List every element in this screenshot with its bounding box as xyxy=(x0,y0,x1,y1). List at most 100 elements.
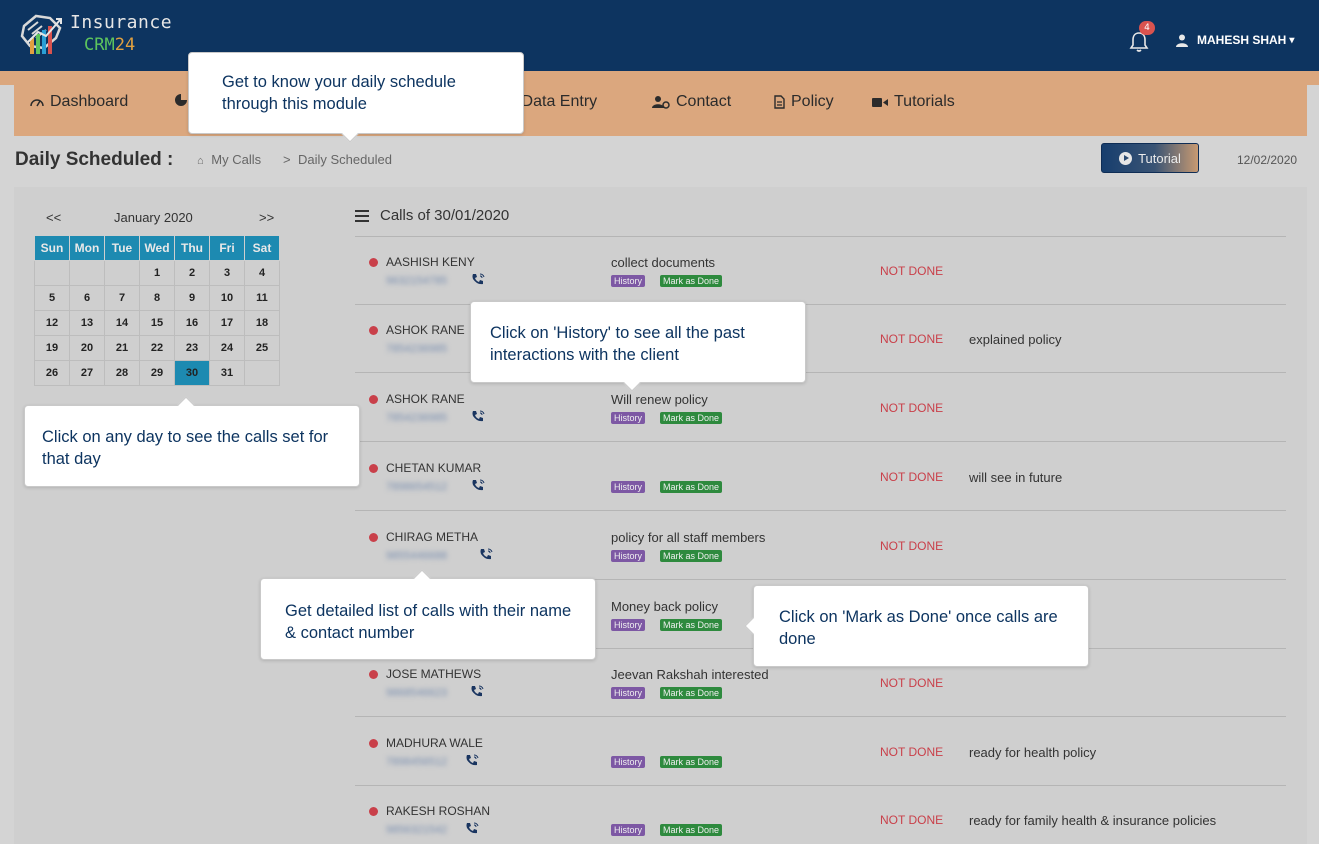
calendar-day[interactable]: 5 xyxy=(34,285,70,311)
phone-icon[interactable] xyxy=(471,410,485,423)
calendar-day[interactable]: 29 xyxy=(139,360,175,386)
tip-history: Click on 'History' to see all the past i… xyxy=(470,301,806,392)
history-button[interactable]: History xyxy=(611,481,646,493)
calendar-day[interactable]: 31 xyxy=(209,360,245,386)
tutorial-button[interactable]: Tutorial xyxy=(1101,143,1199,173)
client-name: CHIRAG METHA xyxy=(386,530,479,544)
mark-as-done-button[interactable]: Mark as Done xyxy=(660,687,723,699)
client-name: RAKESH ROSHAN xyxy=(386,804,491,818)
tip-arrow xyxy=(341,125,359,143)
nav-dashboard[interactable]: Dashboard xyxy=(30,93,128,111)
history-button[interactable]: History xyxy=(611,412,646,424)
call-remark: will see in future xyxy=(969,470,1063,485)
calendar-day[interactable]: 9 xyxy=(174,285,210,311)
mark-as-done-button[interactable]: Mark as Done xyxy=(660,756,723,768)
calendar-day[interactable]: 20 xyxy=(69,335,105,361)
mark-as-done-button[interactable]: Mark as Done xyxy=(660,481,723,493)
list-icon xyxy=(355,209,369,222)
breadcrumb-home[interactable]: ⌂ My Calls xyxy=(197,152,261,167)
phone-icon[interactable] xyxy=(465,754,479,767)
calendar-day[interactable]: 1 xyxy=(139,260,175,286)
calendar-month: January 2020 xyxy=(114,210,193,225)
history-button[interactable]: History xyxy=(611,824,646,836)
calendar-day[interactable]: 13 xyxy=(69,310,105,336)
calendar-day[interactable]: 28 xyxy=(104,360,140,386)
calendar-header: << January 2020 >> xyxy=(34,210,283,226)
mark-as-done-button[interactable]: Mark as Done xyxy=(660,550,723,562)
phone-icon[interactable] xyxy=(471,479,485,492)
calendar-day[interactable]: 24 xyxy=(209,335,245,361)
next-month-button[interactable]: >> xyxy=(259,210,274,225)
calendar-day[interactable]: 11 xyxy=(244,285,280,311)
calendar-day[interactable]: 19 xyxy=(34,335,70,361)
prev-month-button[interactable]: << xyxy=(46,210,61,225)
nav-policy[interactable]: Policy xyxy=(774,93,834,111)
brand-logo[interactable]: Insurance CRM24 xyxy=(16,6,176,62)
nav-tutorials[interactable]: Tutorials xyxy=(872,93,955,111)
calls-header: Calls of 30/01/2020 xyxy=(355,207,509,224)
calendar-day[interactable]: 7 xyxy=(104,285,140,311)
tip-list-text: Get detailed list of calls with their na… xyxy=(285,602,572,642)
document-icon xyxy=(774,95,785,109)
status-dot xyxy=(369,326,378,335)
calendar-day[interactable]: 18 xyxy=(244,310,280,336)
call-note: policy for all staff members xyxy=(611,530,766,545)
calendar-day[interactable]: 22 xyxy=(139,335,175,361)
calendar-day[interactable]: 23 xyxy=(174,335,210,361)
phone-icon[interactable] xyxy=(465,822,479,835)
client-name: AASHISH KENY xyxy=(386,255,475,269)
calendar-weekday: Thu xyxy=(174,235,210,261)
tip-done-text: Click on 'Mark as Done' once calls are d… xyxy=(779,608,1058,648)
calendar-day[interactable]: 17 xyxy=(209,310,245,336)
calendar-day[interactable]: 30 xyxy=(174,360,210,386)
calendar-day[interactable]: 8 xyxy=(139,285,175,311)
calendar-day[interactable]: 4 xyxy=(244,260,280,286)
calendar-day[interactable]: 2 xyxy=(174,260,210,286)
calendar-week: 12 13 14 15 16 17 18 xyxy=(34,310,280,336)
tip-done: Click on 'Mark as Done' once calls are d… xyxy=(744,585,1089,667)
call-row: CHETAN KUMAR 7898654512 History Mark as Don… xyxy=(355,443,1286,511)
current-date: 12/02/2020 xyxy=(1237,153,1298,167)
call-status: NOT DONE xyxy=(880,401,944,415)
call-row: ASHOK RANE 7854236985 Will renew policy His… xyxy=(355,374,1286,442)
history-button[interactable]: History xyxy=(611,619,646,631)
mark-as-done-button[interactable]: Mark as Done xyxy=(660,824,723,836)
mark-as-done-button[interactable]: Mark as Done xyxy=(660,275,723,287)
mark-as-done-button[interactable]: Mark as Done xyxy=(660,619,723,631)
nav-contact[interactable]: Contact xyxy=(652,93,731,111)
status-dot xyxy=(369,395,378,404)
video-camera-icon xyxy=(872,97,888,107)
history-button[interactable]: History xyxy=(611,275,646,287)
history-button[interactable]: History xyxy=(611,550,646,562)
calendar-day[interactable]: 16 xyxy=(174,310,210,336)
status-dot xyxy=(369,464,378,473)
call-remark: ready for health policy xyxy=(969,745,1097,760)
mark-as-done-button[interactable]: Mark as Done xyxy=(660,412,723,424)
calendar-day[interactable]: 26 xyxy=(34,360,70,386)
calendar-day[interactable]: 3 xyxy=(209,260,245,286)
nav-reports[interactable] xyxy=(174,93,188,107)
calendar-day[interactable]: 14 xyxy=(104,310,140,336)
calendar-day[interactable]: 15 xyxy=(139,310,175,336)
history-button[interactable]: History xyxy=(611,756,646,768)
breadcrumb-home-label: My Calls xyxy=(211,152,262,167)
calendar-empty-cell xyxy=(244,360,280,386)
calendar-day[interactable]: 21 xyxy=(104,335,140,361)
calendar-day[interactable]: 6 xyxy=(69,285,105,311)
calendar-day[interactable]: 27 xyxy=(69,360,105,386)
history-button[interactable]: History xyxy=(611,687,646,699)
call-status: NOT DONE xyxy=(880,676,944,690)
phone-icon[interactable] xyxy=(479,548,493,561)
phone-icon[interactable] xyxy=(470,685,484,698)
calendar-day[interactable]: 12 xyxy=(34,310,70,336)
user-menu[interactable]: MAHESH SHAH ▾ xyxy=(1176,33,1294,47)
calendar-day[interactable]: 10 xyxy=(209,285,245,311)
status-dot xyxy=(369,258,378,267)
calendar-weekday: Sun xyxy=(34,235,70,261)
handshake-chart-icon xyxy=(20,14,62,54)
calendar-day[interactable]: 25 xyxy=(244,335,280,361)
phone-icon[interactable] xyxy=(471,273,485,286)
call-remark: ready for family health & insurance poli… xyxy=(969,813,1217,828)
caret-down-icon: ▾ xyxy=(1289,34,1295,46)
call-status: NOT DONE xyxy=(880,264,944,278)
